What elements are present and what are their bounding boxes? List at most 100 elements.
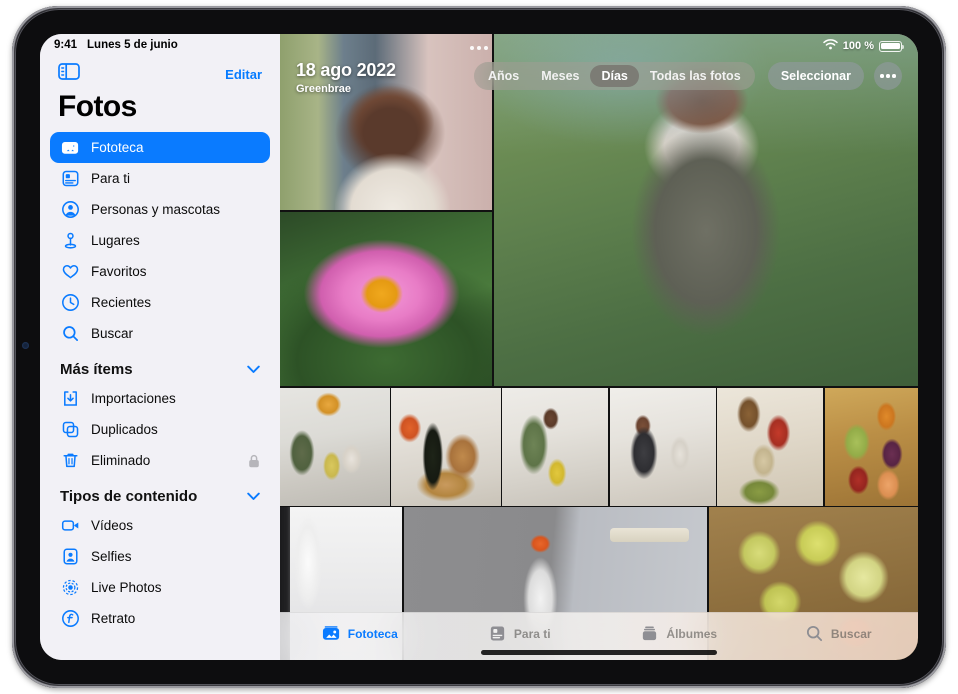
sidebar-item-label: Selfies [91,549,260,564]
sidebar-item-lugares[interactable]: Lugares [50,225,270,256]
chevron-down-icon[interactable] [247,365,260,374]
photo-artwork [610,388,716,506]
front-camera-icon [22,342,29,349]
albums-icon [640,624,659,643]
sidebar-item-label: Duplicados [91,422,260,437]
page-title: Fotos [40,86,280,132]
photo-fruit-bowl[interactable] [825,388,918,506]
tab-label: Buscar [831,627,872,641]
sidebar-toggle-icon[interactable] [58,63,80,85]
photo-artwork [280,388,390,506]
photo-bread-and-oil-bottle[interactable] [391,388,501,506]
battery-percent-label: 100 % [843,40,874,52]
sidebar-item-para-ti[interactable]: Para ti [50,163,270,194]
tab-label: Para ti [514,627,551,641]
sidebar-item-label: Buscar [91,326,260,341]
status-date: Lunes 5 de junio [87,39,178,51]
sidebar-item-label: Importaciones [91,391,260,406]
sidebar-item-duplicados[interactable]: Duplicados [50,414,270,445]
video-icon [60,516,80,536]
live-photo-icon [60,578,80,598]
sidebar-item-fototeca[interactable]: Fototeca [50,132,270,163]
sidebar: 9:41 Lunes 5 de junio Editar Fotos [40,34,280,660]
photo-bowls-vegetables-board[interactable] [717,388,823,506]
sidebar-item-personas-y-mascotas[interactable]: Personas y mascotas [50,194,270,225]
sidebar-content-types-nav: Vídeos Selfies [40,510,280,634]
sidebar-item-label: Live Photos [91,580,260,595]
battery-icon [879,41,902,52]
timeline-segmented-control[interactable]: Años Meses Días Todas las fotos [474,62,755,90]
lock-icon [248,454,260,468]
sidebar-primary-nav: Fototeca Para ti [40,132,280,349]
section-title: Más ítems [60,361,133,378]
segment-todas-las-fotos[interactable]: Todas las fotos [639,65,752,87]
sidebar-item-recientes[interactable]: Recientes [50,287,270,318]
tab-albumes[interactable]: Álbumes [599,624,759,649]
photo-grid-left-column [280,34,492,386]
photo-artwork [280,34,492,210]
tab-label: Álbumes [666,627,717,641]
chevron-down-icon[interactable] [247,492,260,501]
sidebar-item-label: Recientes [91,295,260,310]
photo-kitchen-family-cooking[interactable] [280,388,390,506]
sidebar-item-retrato[interactable]: Retrato [50,603,270,634]
sidebar-item-eliminado[interactable]: Eliminado [50,445,270,476]
sidebar-item-label: Lugares [91,233,260,248]
photo-library-icon [322,624,341,643]
import-icon [60,389,80,409]
photo-woman-apron-smiling[interactable] [610,388,716,506]
duplicates-icon [60,420,80,440]
segment-anos[interactable]: Años [477,65,530,87]
photo-portrait-woman-window[interactable] [280,34,492,210]
sidebar-item-label: Eliminado [91,453,237,468]
photo-artwork [502,388,608,506]
segment-meses[interactable]: Meses [530,65,590,87]
sidebar-header: Editar [40,56,280,86]
for-you-icon [488,624,507,643]
sidebar-item-buscar[interactable]: Buscar [50,318,270,349]
people-pets-icon [60,200,80,220]
sidebar-item-label: Fototeca [91,140,260,155]
sidebar-item-live-photos[interactable]: Live Photos [50,572,270,603]
segment-dias[interactable]: Días [590,65,638,87]
sidebar-item-label: Para ti [91,171,260,186]
home-indicator[interactable] [481,650,717,655]
section-title: Tipos de contenido [60,488,197,505]
select-button[interactable]: Seleccionar [768,62,864,90]
photo-grid-area: 18 ago 2022 Greenbrae Años Meses Días To… [280,34,918,660]
sidebar-more-items-nav: Importaciones Duplicados [40,383,280,476]
section-header-tipos-de-contenido[interactable]: Tipos de contenido [40,476,280,510]
sidebar-item-label: Retrato [91,611,260,626]
sidebar-item-videos[interactable]: Vídeos [50,510,270,541]
status-time: 9:41 [54,39,77,51]
section-header-mas-items[interactable]: Más ítems [40,349,280,383]
sidebar-item-importaciones[interactable]: Importaciones [50,383,270,414]
photo-library-icon [60,138,80,158]
tab-buscar[interactable]: Buscar [759,624,919,649]
search-icon [805,624,824,643]
photo-artwork [825,388,918,506]
tab-para-ti[interactable]: Para ti [440,624,600,649]
photo-artwork [280,212,492,387]
photo-grid [280,34,918,660]
places-pin-icon [60,231,80,251]
edit-button[interactable]: Editar [225,67,262,82]
sidebar-item-favoritos[interactable]: Favoritos [50,256,270,287]
clock-icon [60,293,80,313]
sidebar-item-label: Personas y mascotas [91,202,260,217]
tab-fototeca[interactable]: Fototeca [280,624,440,649]
tab-label: Fototeca [348,627,398,641]
photo-couple-kitchen-hug[interactable] [502,388,608,506]
heart-icon [60,262,80,282]
ipad-screen: 9:41 Lunes 5 de junio Editar Fotos [40,34,918,660]
more-dots-icon[interactable] [470,46,488,50]
sidebar-item-selfies[interactable]: Selfies [50,541,270,572]
photo-artwork [717,388,823,506]
search-icon [60,324,80,344]
sidebar-item-label: Vídeos [91,518,260,533]
photo-pink-cosmos-flower[interactable] [280,212,492,387]
more-circle-icon[interactable] [874,62,902,90]
for-you-icon [60,169,80,189]
status-bar-left: 9:41 Lunes 5 de junio [40,34,280,56]
portrait-icon [60,609,80,629]
